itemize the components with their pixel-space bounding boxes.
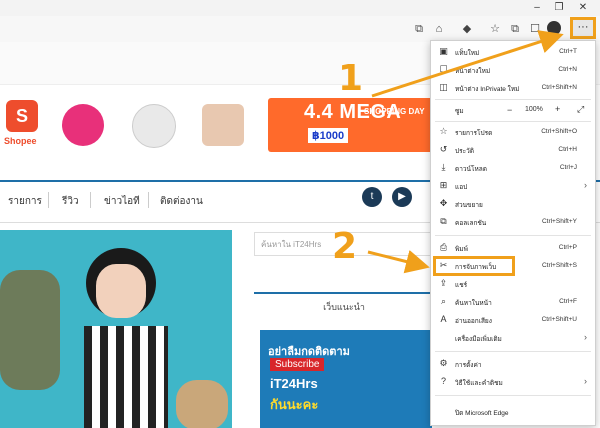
annotation-arrows — [367, 30, 564, 274]
arrow-2 — [367, 249, 430, 274]
arrow-1 — [371, 30, 564, 98]
